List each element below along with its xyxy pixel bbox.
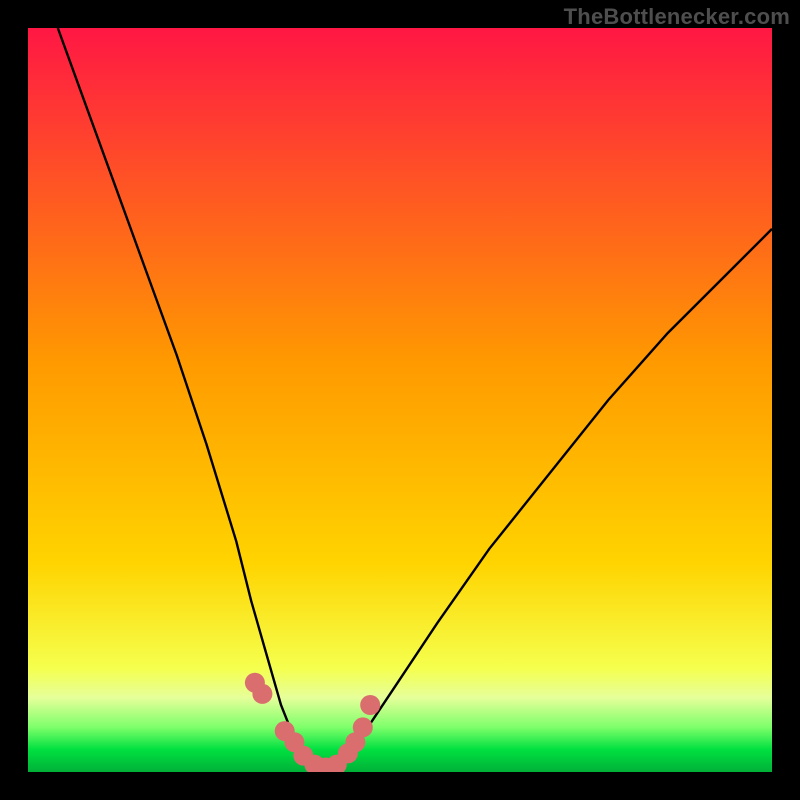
curve-marker — [252, 684, 272, 704]
outer-frame: TheBottlenecker.com — [0, 0, 800, 800]
curve-marker — [360, 695, 380, 715]
gradient-background — [28, 28, 772, 772]
bottleneck-chart — [28, 28, 772, 772]
chart-svg — [28, 28, 772, 772]
curve-marker — [353, 717, 373, 737]
watermark-text: TheBottlenecker.com — [564, 4, 790, 30]
